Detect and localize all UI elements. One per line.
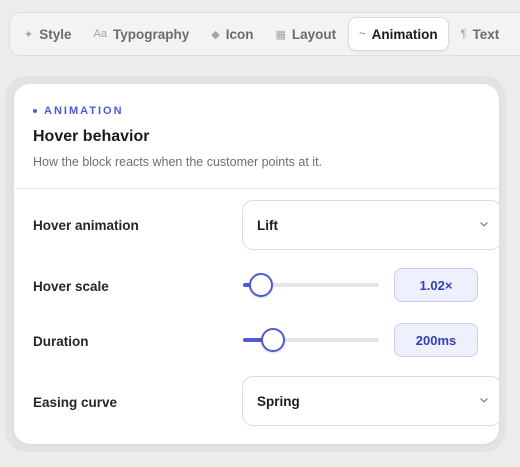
animation-settings-card: ANIMATION Hover behavior How the block r… [14, 84, 499, 444]
chevron-down-icon [480, 398, 488, 403]
easing-curve-label: Easing curve [33, 395, 118, 410]
tab-icon[interactable]: ◆ Icon [201, 17, 263, 51]
tab-label: Style [39, 26, 72, 42]
layout-grid-icon: ▦ [275, 28, 286, 41]
eyebrow-text: ANIMATION [44, 105, 124, 117]
tab-animation[interactable]: ~ Animation [348, 17, 449, 51]
hover-scale-value[interactable]: 1.02× [394, 268, 478, 302]
slider-thumb[interactable] [248, 273, 273, 297]
tab-label: Icon [225, 26, 254, 42]
duration-value[interactable]: 200ms [394, 323, 478, 357]
tab-typography[interactable]: Aa Typography [84, 17, 200, 51]
hover-animation-value: Lift [257, 217, 278, 233]
diamond-icon: ◆ [211, 28, 220, 41]
tab-text[interactable]: ¶ Text [451, 17, 510, 51]
divider [14, 188, 499, 189]
tab-label: Layout [291, 26, 337, 42]
hover-scale-slider[interactable] [243, 272, 379, 298]
easing-curve-select[interactable]: Spring [242, 376, 499, 426]
wave-icon: ~ [359, 28, 366, 40]
section-eyebrow: ANIMATION [33, 105, 124, 117]
bullet-dot-icon [33, 109, 37, 113]
tab-label: Typography [112, 26, 190, 42]
settings-tab-bar: ✦ Style Aa Typography ◆ Icon ▦ Layout ~ … [9, 12, 520, 56]
slider-thumb[interactable] [260, 328, 285, 352]
hover-animation-label: Hover animation [33, 218, 139, 233]
tab-label: Text [472, 26, 500, 42]
duration-slider[interactable] [243, 327, 379, 353]
tab-layout[interactable]: ▦ Layout [265, 17, 346, 51]
chevron-down-icon [480, 222, 488, 227]
typography-icon: Aa [93, 28, 107, 40]
section-subtitle: How the block reacts when the customer p… [33, 155, 323, 169]
sparkle-icon: ✦ [24, 28, 34, 41]
tab-label: Animation [371, 26, 438, 42]
hover-scale-label: Hover scale [33, 279, 109, 294]
easing-curve-value: Spring [257, 393, 300, 409]
tab-style[interactable]: ✦ Style [14, 17, 82, 51]
hover-animation-select[interactable]: Lift [242, 200, 499, 250]
paragraph-icon: ¶ [460, 28, 467, 40]
section-title: Hover behavior [33, 128, 150, 145]
duration-label: Duration [33, 334, 89, 349]
